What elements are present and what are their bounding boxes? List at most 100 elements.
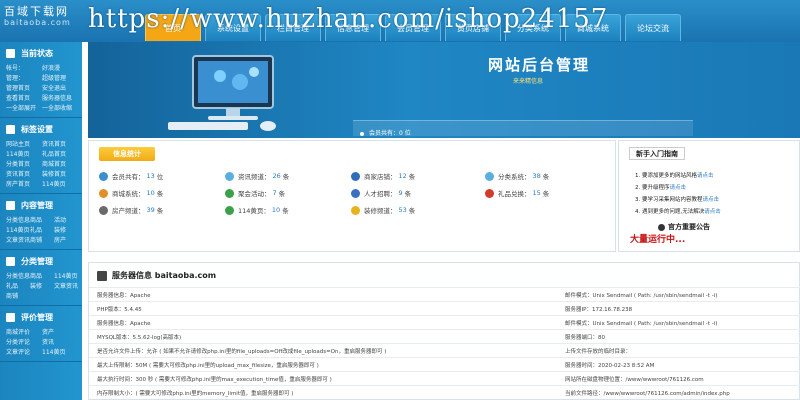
- guide-item-text: 4. 遇到更多的问题,无法解决: [635, 209, 705, 215]
- guide-item-text: 2. 要升级程序: [635, 185, 670, 191]
- guide-item: 2. 要升级程序请点击: [635, 183, 686, 191]
- stat-item[interactable]: 房产频道： 39 条: [99, 205, 163, 215]
- sidebar-link[interactable]: 装修首页: [42, 170, 78, 180]
- sidebar-link[interactable]: 资产: [42, 328, 78, 338]
- stat-unit: 条: [278, 190, 286, 198]
- section-icon: [6, 124, 15, 134]
- stat-label: 人才招聘：: [364, 190, 397, 198]
- sidebar-link[interactable]: 商品: [30, 272, 54, 282]
- sidebar-link[interactable]: 装修: [54, 226, 78, 236]
- guide-item-link[interactable]: 请点击: [703, 197, 720, 203]
- sidebar-link[interactable]: 分类首页: [6, 160, 42, 170]
- sidebar-link[interactable]: 房产: [54, 236, 78, 246]
- sidebar-link[interactable]: 礼品首页: [42, 150, 78, 160]
- server-info-right: 邮件模式：Unix Sendmail ( Path: /usr/sbin/sen…: [565, 321, 718, 327]
- stat-value: 53: [398, 206, 407, 214]
- stat-item[interactable]: 商家店铺： 12 条: [351, 171, 415, 181]
- member-count: 会员共有：0 位: [360, 128, 411, 137]
- sidebar-link[interactable]: 分类信息: [6, 216, 30, 226]
- stats-panel: 信息统计 会员共有： 13 位资讯频道： 26 条商家店铺： 12 条分类系统： 38 条商城系…: [88, 140, 616, 252]
- server-info-left: MYSQL版本：5.5.62-log(高版本): [97, 335, 182, 341]
- guide-item-link[interactable]: 请点击: [670, 185, 687, 191]
- stat-icon: [99, 205, 108, 215]
- sidebar-link[interactable]: 礼品: [6, 282, 30, 292]
- guide-item-link[interactable]: 请点击: [697, 173, 714, 179]
- server-info-row: 最大执行时间：300 秒 ( 需要大可修改php.ini里的max_execut…: [89, 371, 800, 385]
- section-icon: [6, 312, 15, 322]
- server-info-right: 服务器时间：2020-02-23 8:52 AM: [565, 363, 655, 369]
- sidebar-link[interactable]: 资讯首页: [6, 170, 42, 180]
- sidebar-link[interactable]: 114黄页: [6, 150, 42, 160]
- sidebar-section-title[interactable]: 分类管理: [0, 250, 82, 272]
- sidebar-link[interactable]: 服务器信息: [42, 94, 78, 104]
- guide-item-link[interactable]: 请点击: [704, 209, 721, 215]
- sidebar-link[interactable]: 资讯首页: [42, 140, 78, 150]
- stat-item[interactable]: 人才招聘： 9 条: [351, 188, 411, 198]
- sidebar-section-title[interactable]: 当前状态: [0, 42, 82, 64]
- sidebar-link[interactable]: 安全退出: [42, 84, 78, 94]
- sidebar-section-title[interactable]: 标签设置: [0, 118, 82, 140]
- sidebar-section: 分类管理分类信息 商品 114黄页礼品 装修 文章资讯商铺: [0, 250, 82, 306]
- member-count-text: 会员共有：0 位: [369, 130, 411, 137]
- sidebar-link[interactable]: 分类评论: [6, 338, 42, 348]
- stat-item[interactable]: 分类系统： 38 条: [485, 171, 549, 181]
- sidebar-link[interactable]: 文章资讯: [6, 236, 30, 246]
- sidebar-link[interactable]: 房产首页: [6, 180, 42, 190]
- stat-item[interactable]: 礼品兑换： 15 条: [485, 188, 549, 198]
- sidebar-link[interactable]: 商铺: [30, 236, 54, 246]
- sidebar-link[interactable]: 超级管理: [42, 74, 78, 84]
- sidebar-link[interactable]: 114黄页: [54, 272, 78, 282]
- sidebar-link[interactable]: 商品: [30, 216, 54, 226]
- official-notice-title: 官方重要公告: [658, 222, 710, 232]
- server-info-right: 服务器端口：80: [565, 335, 605, 341]
- sidebar-section-title[interactable]: 评价管理: [0, 306, 82, 328]
- stat-item[interactable]: 聚会活动： 7 条: [225, 188, 285, 198]
- sidebar-section-label: 分类管理: [21, 256, 53, 266]
- sidebar-link[interactable]: 管理首页: [6, 84, 42, 94]
- bullet-icon: [360, 131, 364, 136]
- sidebar-link[interactable]: 活动: [54, 216, 78, 226]
- stat-item[interactable]: 商城系统： 10 条: [99, 188, 163, 198]
- stat-value: 13: [146, 172, 155, 180]
- sidebar-link[interactable]: 114黄页: [42, 180, 78, 190]
- sidebar-link[interactable]: 一全部收缩: [42, 104, 78, 114]
- stat-icon: [351, 171, 360, 181]
- sidebar-link[interactable]: 礼品: [30, 226, 54, 236]
- sidebar-link[interactable]: 114黄页: [42, 348, 78, 358]
- stat-item[interactable]: 装修频道： 53 条: [351, 205, 415, 215]
- sidebar-link[interactable]: 资讯: [42, 338, 78, 348]
- server-info-left: 最大执行时间：300 秒 ( 需要大可修改php.ini里的max_execut…: [97, 377, 332, 383]
- stat-unit: 条: [404, 190, 412, 198]
- sidebar-section-title[interactable]: 内容管理: [0, 194, 82, 216]
- stat-item[interactable]: 资讯频道： 26 条: [225, 171, 289, 181]
- stat-unit: 条: [282, 207, 289, 215]
- sidebar-link[interactable]: 网站主页: [6, 140, 42, 150]
- server-info-row: PHP版本：5.4.45 服务器IP：172.16.78.238: [89, 301, 800, 315]
- sidebar-link[interactable]: 好浪漫: [42, 64, 78, 74]
- sidebar-link[interactable]: 文章评论: [6, 348, 42, 358]
- sidebar-link[interactable]: 商铺: [6, 292, 30, 302]
- stat-value: 9: [398, 189, 403, 197]
- sidebar-link[interactable]: 114黄页: [6, 226, 30, 236]
- server-info-left: 是否允许文件上传：允许 ( 如果不允许请修改php.ini里的file_uplo…: [97, 349, 387, 355]
- sidebar-link[interactable]: 帐号：: [6, 64, 42, 74]
- sidebar-link[interactable]: 查看首页: [6, 94, 42, 104]
- sidebar-section-label: 评价管理: [21, 312, 53, 322]
- sidebar-link[interactable]: 管理：: [6, 74, 42, 84]
- sidebar-link[interactable]: 文章资讯: [54, 282, 78, 292]
- stat-label: 分类系统：: [498, 173, 531, 181]
- guide-item-text: 1. 要添加更多的网站风格: [635, 173, 697, 179]
- stat-item[interactable]: 会员共有： 13 位: [99, 171, 163, 181]
- sidebar-link[interactable]: 一全部展开: [6, 104, 42, 114]
- sidebar-link[interactable]: 分类信息: [6, 272, 30, 282]
- stat-value: 7: [272, 189, 277, 197]
- server-info-left: 最大上传限制：50M ( 需要大可修改php.ini里的upload_max_f…: [97, 363, 319, 369]
- server-info-right: 上传文件存放的临时目录：: [565, 349, 632, 355]
- stat-item[interactable]: 114黄页： 10 条: [225, 205, 289, 215]
- sidebar-link[interactable]: 装修: [30, 282, 54, 292]
- sidebar-link[interactable]: 商城评价: [6, 328, 42, 338]
- stat-unit: 条: [156, 207, 164, 215]
- sidebar-link[interactable]: 商城首页: [42, 160, 78, 170]
- nav-tab[interactable]: 论坛交流: [625, 14, 681, 41]
- stat-icon: [485, 171, 494, 181]
